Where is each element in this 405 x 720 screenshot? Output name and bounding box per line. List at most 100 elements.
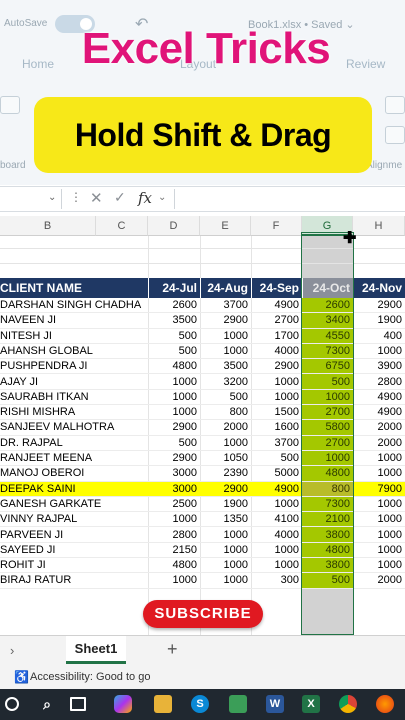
expand-formula-icon[interactable]: ⌄	[158, 192, 166, 203]
value-cell[interactable]: 1000	[353, 466, 405, 481]
value-cell[interactable]: 2900	[148, 451, 200, 466]
value-cell[interactable]: 500	[148, 329, 200, 344]
col-header-d[interactable]: D	[148, 216, 200, 236]
value-cell[interactable]: 1350	[200, 512, 251, 527]
value-cell[interactable]: 2000	[353, 420, 405, 435]
client-name-cell[interactable]: PUSHPENDRA JI	[0, 359, 150, 374]
value-cell[interactable]: 2900	[200, 313, 251, 328]
value-cell[interactable]: 1000	[200, 436, 251, 451]
value-cell[interactable]: 2700	[251, 313, 302, 328]
value-cell[interactable]: 2600	[148, 298, 200, 313]
value-cell[interactable]: 1000	[353, 497, 405, 512]
header-nov[interactable]: 24-Nov	[353, 278, 405, 298]
client-name-cell[interactable]: VINNY RAJPAL	[0, 512, 150, 527]
value-cell[interactable]: 3700	[200, 298, 251, 313]
header-aug[interactable]: 24-Aug	[200, 278, 251, 298]
value-cell[interactable]: 3900	[353, 359, 405, 374]
value-cell[interactable]: 2000	[353, 573, 405, 588]
value-cell[interactable]: 2800	[353, 375, 405, 390]
value-cell[interactable]: 1000	[353, 451, 405, 466]
header-client-name[interactable]: CLIENT NAME	[0, 278, 148, 298]
col-header-c[interactable]: C	[96, 216, 148, 236]
value-cell[interactable]: 2000	[200, 420, 251, 435]
value-cell[interactable]: 4800	[148, 558, 200, 573]
value-cell[interactable]: 2150	[148, 543, 200, 558]
value-cell[interactable]: 3000	[148, 466, 200, 481]
chrome-icon[interactable]	[339, 695, 357, 713]
value-cell[interactable]: 3700	[251, 436, 302, 451]
value-cell[interactable]: 2500	[148, 497, 200, 512]
value-cell[interactable]: 2000	[353, 436, 405, 451]
value-cell[interactable]: 7900	[353, 482, 405, 497]
value-cell[interactable]: 1000	[353, 344, 405, 359]
task-view-icon[interactable]	[70, 697, 86, 711]
value-cell[interactable]: 1900	[200, 497, 251, 512]
col-header-b[interactable]: B	[0, 216, 96, 236]
header-jul[interactable]: 24-Jul	[148, 278, 200, 298]
name-box[interactable]: ⌄	[0, 189, 62, 209]
chevron-right-icon[interactable]: ›	[10, 643, 14, 658]
value-cell[interactable]: 1000	[200, 543, 251, 558]
value-cell[interactable]: 2900	[148, 420, 200, 435]
subscribe-button[interactable]: SUBSCRIBE	[143, 600, 263, 628]
value-cell[interactable]: 4000	[251, 344, 302, 359]
value-cell[interactable]: 1000	[148, 405, 200, 420]
client-name-cell[interactable]: SANJEEV MALHOTRA	[0, 420, 150, 435]
sheet-tab[interactable]: Sheet1	[66, 636, 126, 664]
accessibility-status[interactable]: Accessibility: Good to go	[30, 671, 150, 683]
client-name-cell[interactable]: BIRAJ RATUR	[0, 573, 150, 588]
value-cell[interactable]: 1500	[251, 405, 302, 420]
client-name-cell[interactable]: MANOJ OBEROI	[0, 466, 150, 481]
client-name-cell[interactable]: RANJEET MEENA	[0, 451, 150, 466]
header-sep[interactable]: 24-Sep	[251, 278, 302, 298]
value-cell[interactable]: 2900	[200, 482, 251, 497]
value-cell[interactable]: 4900	[353, 390, 405, 405]
value-cell[interactable]: 1000	[353, 543, 405, 558]
value-cell[interactable]: 1000	[148, 512, 200, 527]
value-cell[interactable]: 1000	[148, 375, 200, 390]
client-name-cell[interactable]: DEEPAK SAINI	[0, 482, 150, 497]
value-cell[interactable]: 1000	[200, 329, 251, 344]
client-name-cell[interactable]: NITESH JI	[0, 329, 150, 344]
client-name-cell[interactable]: SAURABH ITKAN	[0, 390, 150, 405]
store-icon[interactable]	[229, 695, 247, 713]
value-cell[interactable]: 300	[251, 573, 302, 588]
value-cell[interactable]: 2900	[353, 298, 405, 313]
value-cell[interactable]: 3500	[148, 313, 200, 328]
client-name-cell[interactable]: AJAY JI	[0, 375, 150, 390]
value-cell[interactable]: 500	[148, 436, 200, 451]
value-cell[interactable]: 1000	[251, 558, 302, 573]
confirm-icon[interactable]: ✓	[114, 189, 126, 206]
value-cell[interactable]: 1000	[251, 390, 302, 405]
cancel-icon[interactable]: ✕	[90, 189, 103, 207]
value-cell[interactable]: 1000	[251, 497, 302, 512]
col-header-h[interactable]: H	[353, 216, 405, 236]
col-header-e[interactable]: E	[200, 216, 251, 236]
value-cell[interactable]: 4900	[251, 298, 302, 313]
value-cell[interactable]: 4800	[148, 359, 200, 374]
value-cell[interactable]: 1000	[353, 528, 405, 543]
value-cell[interactable]: 4900	[251, 482, 302, 497]
client-name-cell[interactable]: GANESH GARKATE	[0, 497, 150, 512]
value-cell[interactable]: 500	[200, 390, 251, 405]
more-icon[interactable]: ⋮	[70, 190, 82, 204]
value-cell[interactable]: 1000	[251, 375, 302, 390]
client-name-cell[interactable]: SAYEED JI	[0, 543, 150, 558]
value-cell[interactable]: 1000	[148, 390, 200, 405]
value-cell[interactable]: 1000	[251, 543, 302, 558]
value-cell[interactable]: 1000	[353, 558, 405, 573]
value-cell[interactable]: 1050	[200, 451, 251, 466]
chevron-down-icon[interactable]: ⌄	[48, 192, 56, 203]
paste-icon[interactable]	[0, 96, 20, 114]
skype-icon[interactable]: S	[191, 695, 209, 713]
search-icon[interactable]	[5, 697, 19, 711]
client-name-cell[interactable]: ROHIT JI	[0, 558, 150, 573]
col-header-f[interactable]: F	[251, 216, 302, 236]
value-cell[interactable]: 5000	[251, 466, 302, 481]
client-name-cell[interactable]: RISHI MISHRA	[0, 405, 150, 420]
value-cell[interactable]: 400	[353, 329, 405, 344]
client-name-cell[interactable]: DARSHAN SINGH CHADHA	[0, 298, 150, 313]
value-cell[interactable]: 2390	[200, 466, 251, 481]
value-cell[interactable]: 500	[148, 344, 200, 359]
value-cell[interactable]: 1000	[200, 528, 251, 543]
